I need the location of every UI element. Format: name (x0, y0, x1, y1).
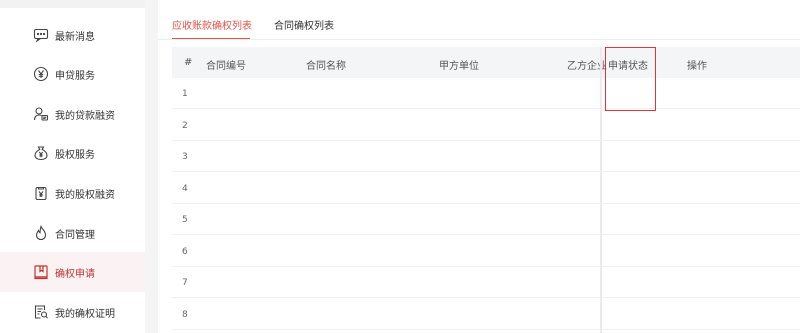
money-bag-icon (33, 145, 49, 161)
row-index: 7 (182, 278, 188, 288)
sidebar-item-label: 我的股权融资 (55, 189, 115, 201)
column-header-status: 申请状态 (608, 61, 648, 72)
message-icon (33, 27, 49, 43)
sidebar-item-equity-service[interactable]: 股权服务 (0, 133, 145, 173)
tab-contract-rights-list[interactable]: 合同确权列表 (274, 17, 334, 32)
table-header: # 合同编号 合同名称 甲方单位 乙方企业 申请状态 操作 (172, 47, 800, 78)
yen-tag-icon (33, 185, 49, 201)
sidebar-item-label: 最新消息 (55, 31, 95, 43)
column-header-contract-name: 合同名称 (306, 61, 346, 72)
row-index: 3 (182, 152, 188, 162)
column-header-index: # (184, 57, 193, 68)
table-row[interactable]: 1 (172, 78, 800, 109)
table-row[interactable]: 4 (172, 173, 800, 204)
sidebar-item-my-rights-certificate[interactable]: 我的确权证明 (0, 292, 145, 332)
row-index: 5 (182, 215, 188, 225)
sidebar: 最新消息 申贷服务 我的贷款融资 股权服务 我的股权融资 合同管理 确权申请 我… (0, 0, 145, 333)
sidebar-item-contract-management[interactable]: 合同管理 (0, 213, 145, 253)
sidebar-item-my-equity-financing[interactable]: 我的股权融资 (0, 173, 145, 213)
tab-divider (158, 39, 800, 40)
sidebar-item-latest-news[interactable]: 最新消息 (0, 15, 145, 55)
column-header-actions: 操作 (687, 61, 707, 72)
fixed-column-divider (600, 47, 602, 333)
table-row[interactable]: 2 (172, 110, 800, 141)
table-row[interactable]: 6 (172, 236, 800, 267)
sidebar-item-label: 我的确权证明 (55, 308, 115, 320)
row-index: 2 (182, 121, 188, 131)
sidebar-item-label: 股权服务 (55, 149, 95, 161)
row-index: 1 (182, 89, 188, 99)
tab-bar: 应收账款确权列表 合同确权列表 (158, 0, 800, 40)
flame-icon (33, 225, 49, 241)
sidebar-item-label: 我的贷款融资 (55, 110, 115, 122)
row-index: 4 (182, 184, 188, 194)
sidebar-item-loan-service[interactable]: 申贷服务 (0, 54, 145, 94)
table-row[interactable]: 5 (172, 204, 800, 235)
table-row[interactable]: 3 (172, 141, 800, 172)
user-card-icon (33, 106, 49, 122)
column-header-contract-no: 合同编号 (206, 61, 246, 72)
sidebar-item-rights-application[interactable]: 确权申请 (0, 252, 145, 292)
main-panel: 应收账款确权列表 合同确权列表 # 合同编号 合同名称 甲方单位 乙方企业 申请… (158, 0, 800, 333)
column-header-party-a: 甲方单位 (439, 61, 479, 72)
row-index: 6 (182, 247, 188, 257)
certificate-icon (33, 304, 49, 320)
sidebar-item-my-loan-financing[interactable]: 我的贷款融资 (0, 94, 145, 134)
table-row[interactable]: 7 (172, 267, 800, 298)
sidebar-top-strip (0, 0, 145, 8)
yen-circle-icon (33, 66, 49, 82)
book-icon (33, 264, 49, 280)
tab-receivables-rights-list[interactable]: 应收账款确权列表 (172, 17, 252, 32)
sidebar-item-label: 确权申请 (55, 268, 95, 280)
sidebar-item-label: 申贷服务 (55, 70, 95, 82)
table-row[interactable]: 8 (172, 299, 800, 330)
row-index: 8 (182, 310, 188, 320)
sidebar-item-label: 合同管理 (55, 229, 95, 241)
